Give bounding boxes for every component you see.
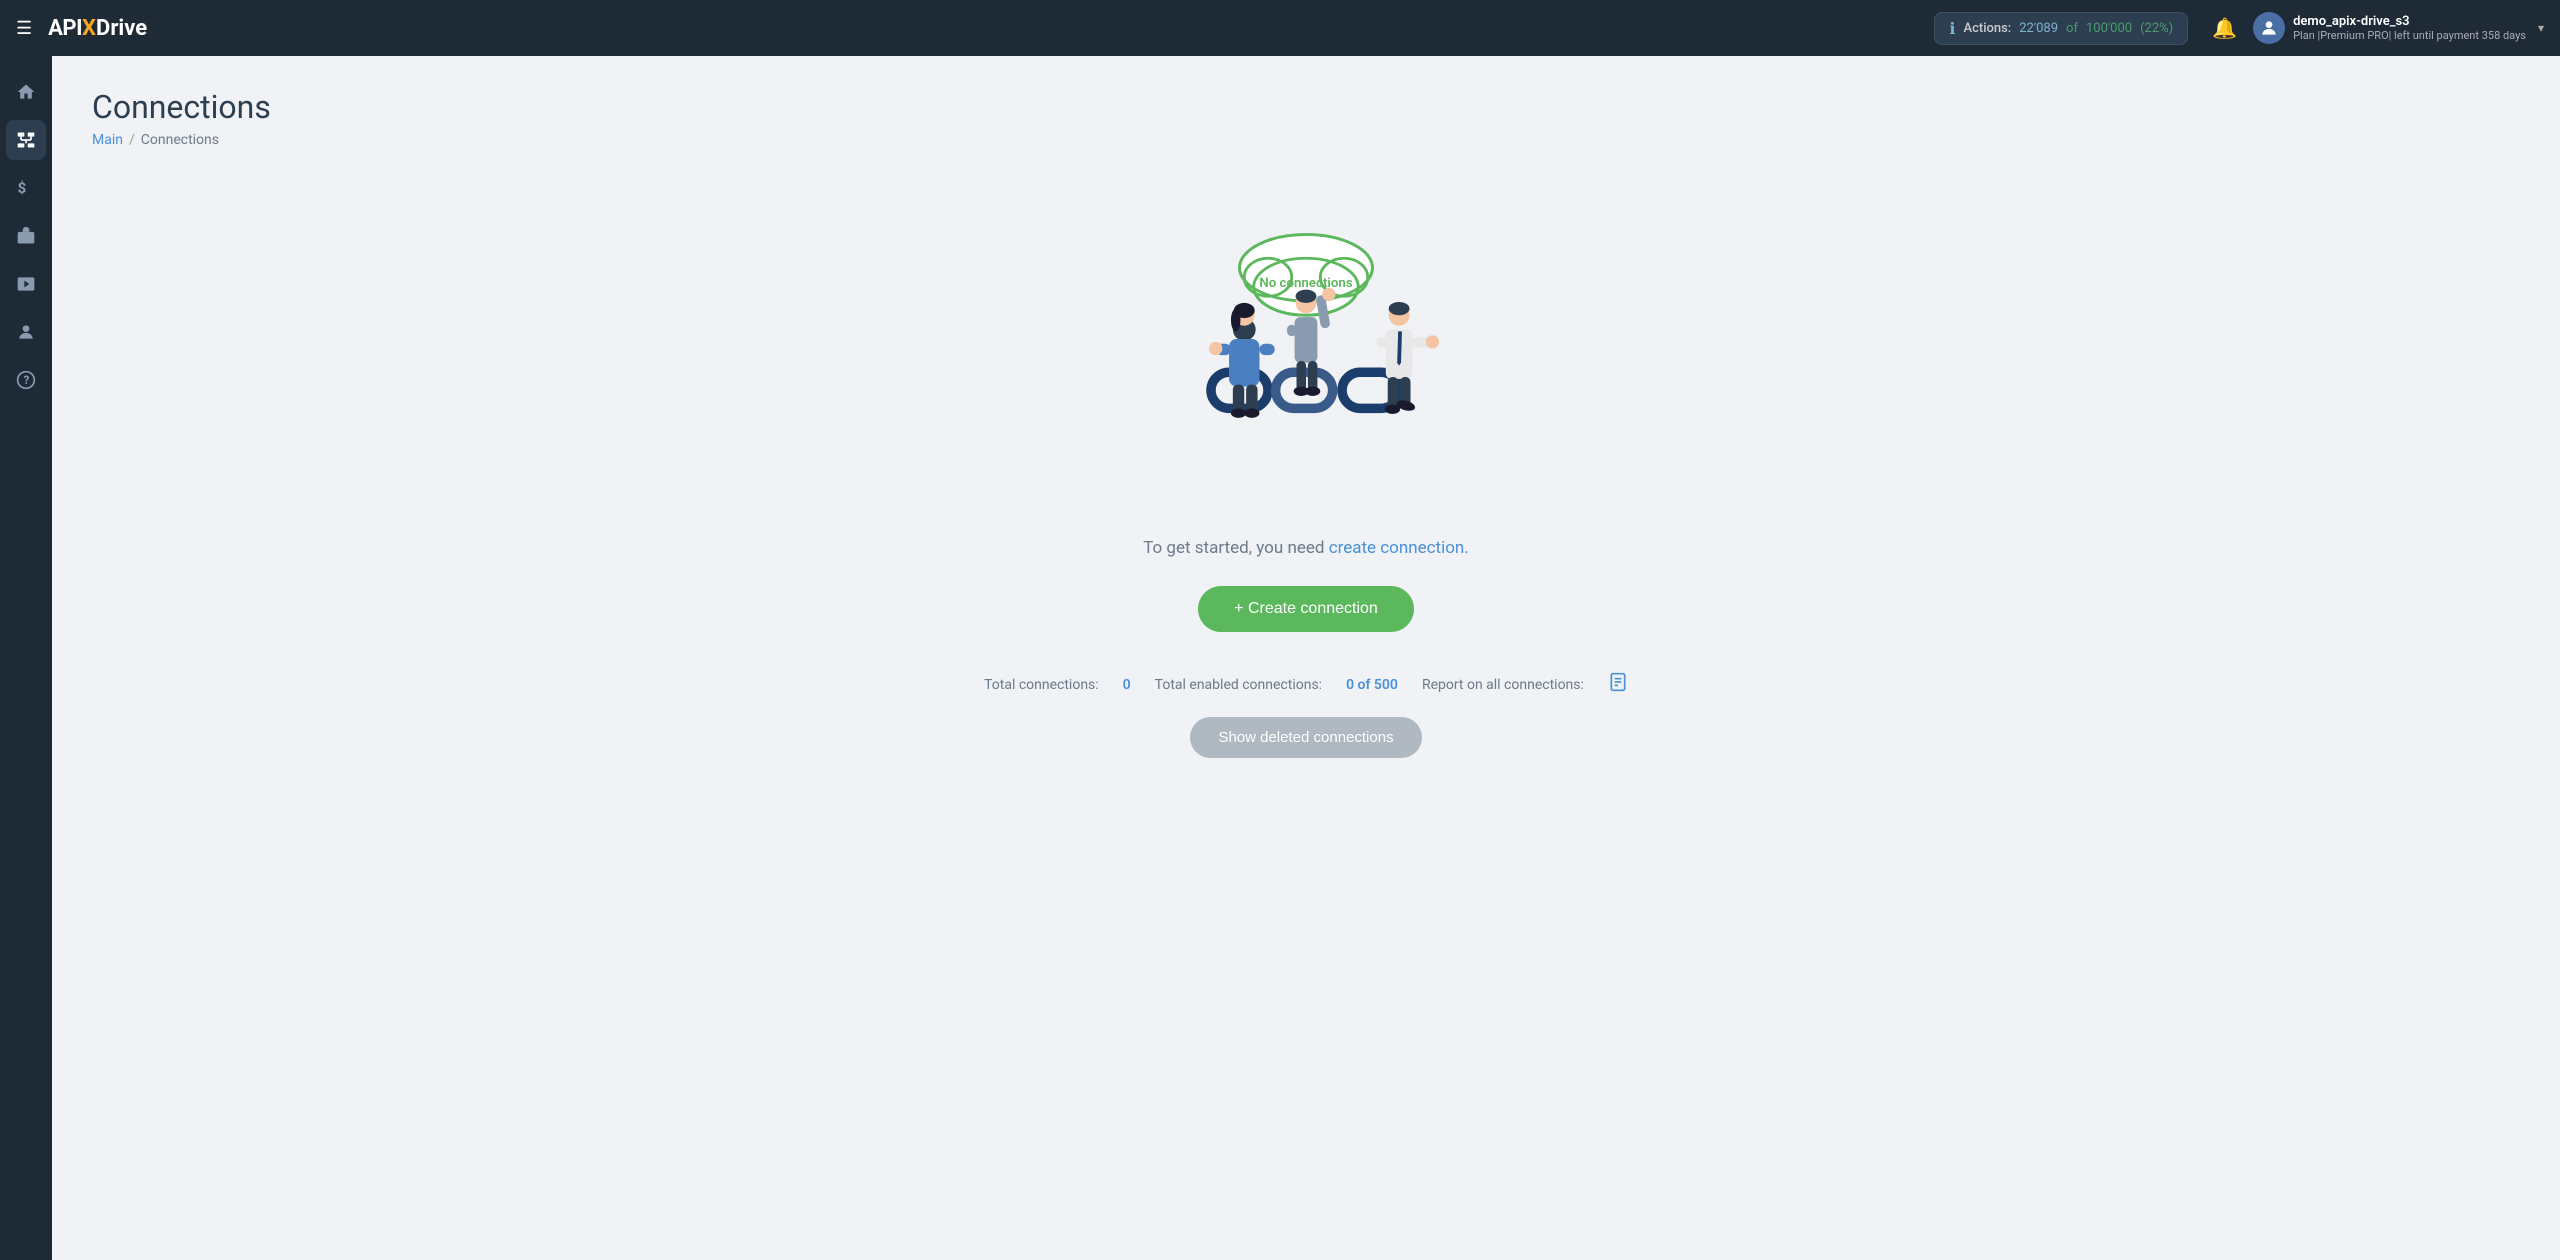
- actions-used: 22'089: [2019, 21, 2058, 36]
- breadcrumb: Main / Connections: [92, 132, 2520, 148]
- svg-text:$: $: [18, 179, 27, 197]
- enabled-connections-value: 0 of 500: [1346, 677, 1398, 693]
- header: ☰ APIXDrive ℹ Actions: 22'089 of 100'000…: [0, 0, 2560, 56]
- chevron-down-icon: ▾: [2538, 21, 2544, 35]
- breadcrumb-separator: /: [129, 132, 135, 148]
- page-title: Connections: [92, 88, 2520, 126]
- notification-bell-icon[interactable]: 🔔: [2212, 16, 2237, 40]
- sidebar-item-connections[interactable]: [6, 120, 46, 160]
- logo-x: X: [82, 16, 96, 41]
- create-connection-link[interactable]: create connection.: [1329, 538, 1469, 558]
- main-content: Connections Main / Connections: [52, 56, 2560, 1260]
- empty-state: No connections: [92, 188, 2520, 798]
- actions-of: of: [2066, 21, 2078, 36]
- actions-badge[interactable]: ℹ Actions: 22'089 of 100'000 (22%): [1934, 12, 2188, 45]
- create-connection-button[interactable]: + Create connection: [1198, 586, 1414, 632]
- sidebar-item-help[interactable]: ?: [6, 360, 46, 400]
- sidebar-item-profile[interactable]: [6, 312, 46, 352]
- user-avatar: [2253, 12, 2285, 44]
- breadcrumb-main-link[interactable]: Main: [92, 132, 123, 148]
- user-section[interactable]: demo_apix-drive_s3 Plan |Premium PRO| le…: [2253, 12, 2544, 44]
- sidebar-item-home[interactable]: [6, 72, 46, 112]
- sidebar-item-billing[interactable]: $: [6, 168, 46, 208]
- total-connections-label: Total connections:: [984, 677, 1099, 693]
- breadcrumb-current: Connections: [141, 132, 219, 148]
- logo-drive: Drive: [96, 16, 147, 41]
- username: demo_apix-drive_s3: [2293, 14, 2526, 29]
- stats-row: Total connections: 0 Total enabled conne…: [984, 672, 1628, 697]
- svg-text:?: ?: [24, 373, 30, 387]
- show-deleted-connections-button[interactable]: Show deleted connections: [1190, 717, 1421, 758]
- header-icons: 🔔: [2212, 16, 2237, 40]
- logo: APIXDrive: [48, 16, 147, 41]
- svg-text:No connections: No connections: [1259, 276, 1353, 291]
- layout: $ ? Connections Main / Connections: [0, 56, 2560, 1260]
- user-info: demo_apix-drive_s3 Plan |Premium PRO| le…: [2293, 14, 2526, 42]
- actions-label: Actions:: [1963, 21, 2011, 36]
- info-icon: ℹ: [1949, 19, 1955, 38]
- enabled-connections-label: Total enabled connections:: [1155, 677, 1322, 693]
- actions-percent: (22%): [2140, 21, 2173, 36]
- sidebar-item-services[interactable]: [6, 216, 46, 256]
- sidebar: $ ?: [0, 56, 52, 1260]
- user-plan: Plan |Premium PRO| left until payment 35…: [2293, 29, 2526, 42]
- total-connections-value: 0: [1123, 677, 1131, 693]
- report-icon[interactable]: [1608, 672, 1628, 697]
- menu-icon[interactable]: ☰: [16, 18, 32, 39]
- sidebar-item-videos[interactable]: [6, 264, 46, 304]
- no-connections-illustration: No connections: [1116, 208, 1496, 508]
- actions-total: 100'000: [2086, 21, 2132, 36]
- logo-api: API: [48, 16, 82, 41]
- report-label: Report on all connections:: [1422, 677, 1584, 693]
- empty-state-description: To get started, you need create connecti…: [1143, 538, 1469, 558]
